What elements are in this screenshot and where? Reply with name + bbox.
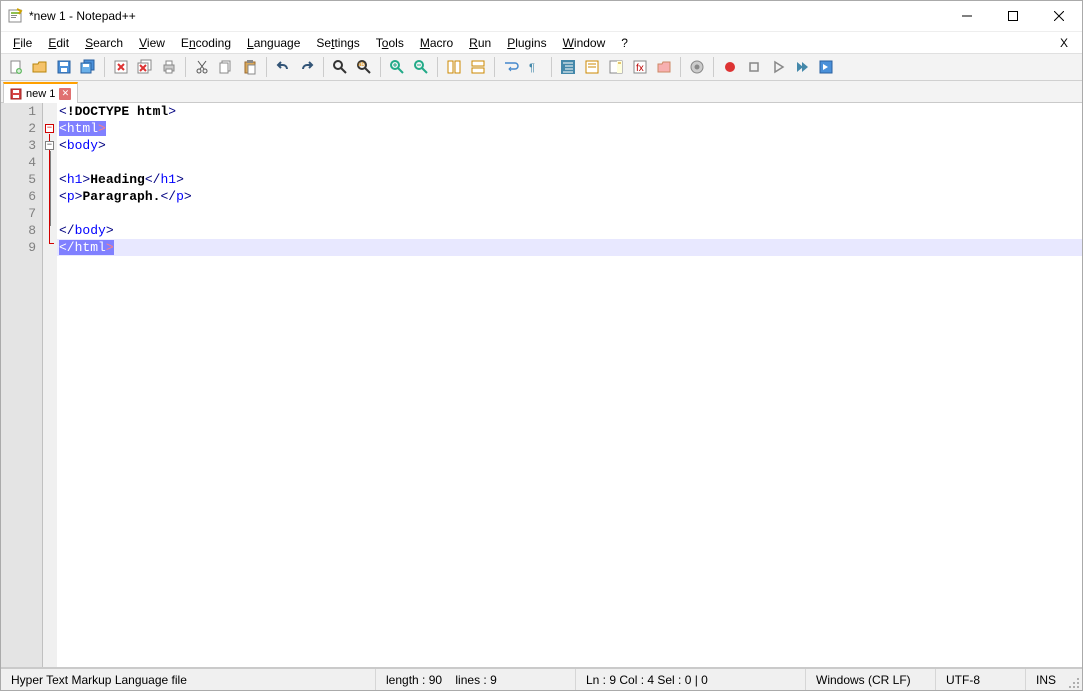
folder-panel-button[interactable] [653, 56, 675, 78]
editor: 123456789 − − <!DOCTYPE html><html><body… [1, 103, 1082, 668]
menu-macro[interactable]: Macro [412, 34, 461, 52]
replace-button[interactable]: ab [353, 56, 375, 78]
line-number: 1 [1, 103, 36, 120]
menu-file[interactable]: File [5, 34, 40, 52]
maximize-button[interactable] [990, 1, 1036, 31]
line-number: 5 [1, 171, 36, 188]
tab-new1[interactable]: new 1 ✕ [3, 82, 78, 103]
status-eol[interactable]: Windows (CR LF) [806, 669, 936, 690]
code-line[interactable]: </body> [59, 222, 1082, 239]
sync-v-button[interactable] [443, 56, 465, 78]
wordwrap-button[interactable] [500, 56, 522, 78]
save-macro-button[interactable] [815, 56, 837, 78]
menu-close-x[interactable]: X [1050, 34, 1078, 52]
menu-settings[interactable]: Settings [308, 34, 367, 52]
code-line[interactable] [59, 205, 1082, 222]
titlebar: *new 1 - Notepad++ [1, 1, 1082, 31]
menu-edit[interactable]: Edit [40, 34, 77, 52]
line-number: 4 [1, 154, 36, 171]
svg-text:fx: fx [636, 63, 644, 74]
indent-guide-button[interactable] [557, 56, 579, 78]
menu-window[interactable]: Window [555, 34, 614, 52]
copy-button[interactable] [215, 56, 237, 78]
save-button[interactable] [53, 56, 75, 78]
docmap-button[interactable] [605, 56, 627, 78]
code-line[interactable] [59, 154, 1082, 171]
stop-macro-button[interactable] [743, 56, 765, 78]
line-number: 6 [1, 188, 36, 205]
record-macro-button[interactable] [719, 56, 741, 78]
status-position: Ln : 9 Col : 4 Sel : 0 | 0 [576, 669, 806, 690]
svg-text:ab: ab [358, 62, 365, 68]
menu-help[interactable]: ? [613, 34, 636, 52]
play-multi-button[interactable] [791, 56, 813, 78]
play-macro-button[interactable] [767, 56, 789, 78]
new-file-button[interactable] [5, 56, 27, 78]
code-line[interactable]: <body> [59, 137, 1082, 154]
menubar: File Edit Search View Encoding Language … [1, 31, 1082, 53]
zoom-out-button[interactable] [410, 56, 432, 78]
code-line[interactable]: <h1>Heading</h1> [59, 171, 1082, 188]
menu-plugins[interactable]: Plugins [499, 34, 554, 52]
cut-button[interactable] [191, 56, 213, 78]
unsaved-icon [10, 88, 22, 100]
line-number: 2 [1, 120, 36, 137]
menu-encoding[interactable]: Encoding [173, 34, 239, 52]
paste-button[interactable] [239, 56, 261, 78]
code-line[interactable]: <!DOCTYPE html> [59, 103, 1082, 120]
status-length-lines: length : 90 lines : 9 [376, 669, 576, 690]
sync-h-button[interactable] [467, 56, 489, 78]
close-all-button[interactable] [134, 56, 156, 78]
app-icon [7, 8, 23, 24]
line-number: 3 [1, 137, 36, 154]
close-file-button[interactable] [110, 56, 132, 78]
menu-language[interactable]: Language [239, 34, 308, 52]
line-number: 7 [1, 205, 36, 222]
line-number-gutter: 123456789 [1, 103, 43, 667]
menu-run[interactable]: Run [461, 34, 499, 52]
fold-gutter[interactable]: − − [43, 103, 57, 667]
zoom-in-button[interactable] [386, 56, 408, 78]
window: *new 1 - Notepad++ File Edit Search View… [0, 0, 1083, 691]
undo-button[interactable] [272, 56, 294, 78]
code-line[interactable]: <html> [59, 120, 1082, 137]
open-file-button[interactable] [29, 56, 51, 78]
udl-button[interactable] [581, 56, 603, 78]
menu-view[interactable]: View [131, 34, 173, 52]
tab-label: new 1 [26, 88, 55, 100]
menu-search[interactable]: Search [77, 34, 131, 52]
code-area[interactable]: <!DOCTYPE html><html><body> <h1>Heading</… [57, 103, 1082, 667]
statusbar: Hyper Text Markup Language file length :… [1, 668, 1082, 690]
resize-grip[interactable] [1066, 669, 1082, 691]
all-chars-button[interactable]: ¶ [524, 56, 546, 78]
redo-button[interactable] [296, 56, 318, 78]
code-line[interactable]: <p>Paragraph.</p> [59, 188, 1082, 205]
status-encoding[interactable]: UTF-8 [936, 669, 1026, 690]
close-button[interactable] [1036, 1, 1082, 31]
save-all-button[interactable] [77, 56, 99, 78]
line-number: 9 [1, 239, 36, 256]
line-number: 8 [1, 222, 36, 239]
funclist-button[interactable]: fx [629, 56, 651, 78]
tabbar: new 1 ✕ [1, 81, 1082, 103]
status-filetype: Hyper Text Markup Language file [1, 669, 376, 690]
menu-tools[interactable]: Tools [368, 34, 412, 52]
svg-text:¶: ¶ [529, 62, 535, 74]
find-button[interactable] [329, 56, 351, 78]
tab-close-button[interactable]: ✕ [59, 88, 71, 100]
monitoring-button[interactable] [686, 56, 708, 78]
minimize-button[interactable] [944, 1, 990, 31]
window-title: *new 1 - Notepad++ [29, 9, 944, 23]
status-mode[interactable]: INS [1026, 669, 1066, 690]
print-button[interactable] [158, 56, 180, 78]
toolbar: ab ¶ fx [1, 53, 1082, 81]
